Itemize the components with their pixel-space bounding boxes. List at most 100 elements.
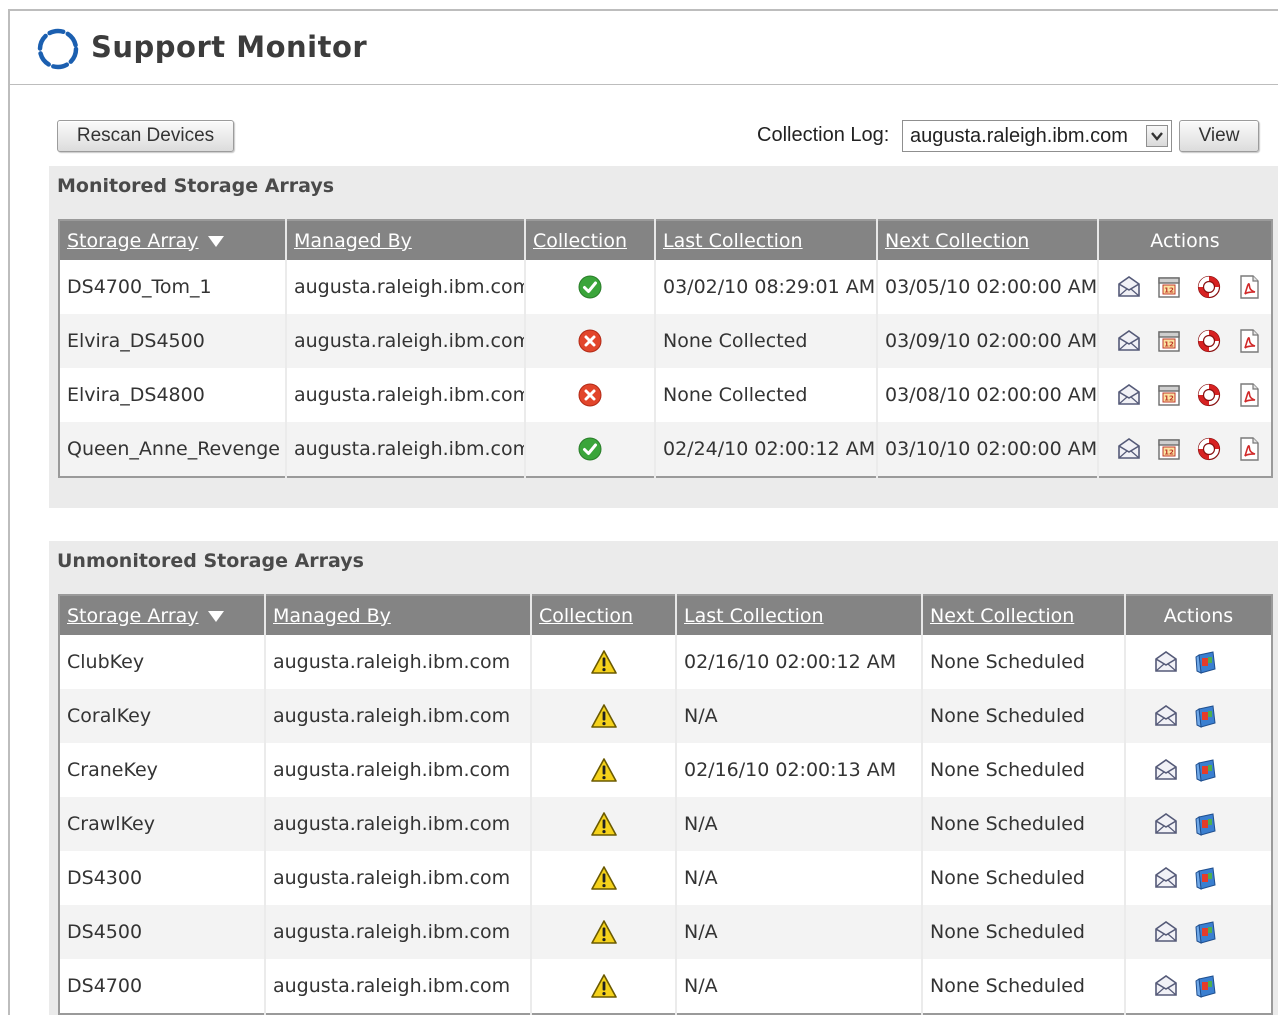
table-row[interactable]: CrawlKey augusta.raleigh.ibm.com N/A None S… xyxy=(59,797,1272,851)
email-icon[interactable] xyxy=(1153,649,1179,675)
table-row[interactable]: DS4300 augusta.raleigh.ibm.com N/A None Sch… xyxy=(59,851,1272,905)
chevron-down-icon[interactable] xyxy=(1146,125,1168,147)
actions-cell xyxy=(1125,959,1272,1014)
table-row[interactable]: CoralKey augusta.raleigh.ibm.com N/A None S… xyxy=(59,689,1272,743)
email-icon[interactable] xyxy=(1116,274,1142,300)
table-row[interactable]: Elvira_DS4500 augusta.raleigh.ibm.com None… xyxy=(59,314,1272,368)
collection-status-cell xyxy=(531,851,677,905)
next-collection-cell: 03/05/10 02:00:00 AM xyxy=(877,260,1099,314)
sort-descending-icon[interactable] xyxy=(207,234,225,248)
email-icon[interactable] xyxy=(1116,436,1142,462)
next-collection-cell: None Scheduled xyxy=(922,635,1126,689)
rescan-devices-button[interactable]: Rescan Devices xyxy=(57,120,234,152)
column-header-label[interactable]: Next Collection xyxy=(930,605,1074,627)
actions-cell xyxy=(1125,743,1272,797)
table-row[interactable]: Queen_Anne_Revenge augusta.raleigh.ibm.co… xyxy=(59,422,1272,477)
email-icon[interactable] xyxy=(1153,703,1179,729)
last-collection-cell: 02/16/10 02:00:13 AM xyxy=(676,743,923,797)
storage-device-icon[interactable] xyxy=(1193,865,1219,891)
storage-device-icon[interactable] xyxy=(1193,757,1219,783)
managed-by-cell: augusta.raleigh.ibm.com xyxy=(265,635,532,689)
pdf-document-icon[interactable] xyxy=(1236,436,1262,462)
calendar-icon[interactable]: 12 xyxy=(1156,328,1182,354)
storage-device-icon[interactable] xyxy=(1193,811,1219,837)
column-header-label[interactable]: Managed By xyxy=(294,230,412,252)
last-collection-cell: N/A xyxy=(676,959,923,1014)
email-icon[interactable] xyxy=(1153,811,1179,837)
storage-device-icon[interactable] xyxy=(1193,703,1219,729)
managed-by-cell: augusta.raleigh.ibm.com xyxy=(286,368,526,422)
support-monitor-logo-icon xyxy=(37,28,79,70)
column-header-next-collection[interactable]: Next Collection xyxy=(877,220,1099,260)
pdf-document-icon[interactable] xyxy=(1236,328,1262,354)
monitored-arrays-title: Monitored Storage Arrays xyxy=(57,175,335,197)
collection-log-select[interactable]: augusta.raleigh.ibm.com xyxy=(902,120,1172,152)
lifebuoy-icon[interactable] xyxy=(1196,328,1222,354)
title-divider xyxy=(10,84,1278,85)
column-header-collection[interactable]: Collection xyxy=(525,220,656,260)
table-row[interactable]: DS4500 augusta.raleigh.ibm.com N/A None Sch… xyxy=(59,905,1272,959)
table-row[interactable]: Elvira_DS4800 augusta.raleigh.ibm.com None… xyxy=(59,368,1272,422)
column-header-storage-array[interactable]: Storage Array xyxy=(59,220,287,260)
svg-text:12: 12 xyxy=(1164,449,1174,457)
column-header-label[interactable]: Last Collection xyxy=(663,230,803,252)
pdf-document-icon[interactable] xyxy=(1236,274,1262,300)
collection-status-cell xyxy=(531,797,677,851)
table-row[interactable]: ClubKey augusta.raleigh.ibm.com 02/16/10 0… xyxy=(59,635,1272,689)
actions-group: 12 xyxy=(1106,328,1271,354)
calendar-icon[interactable]: 12 xyxy=(1156,382,1182,408)
managed-by-cell: augusta.raleigh.ibm.com xyxy=(265,743,532,797)
table-row[interactable]: DS4700_Tom_1 augusta.raleigh.ibm.com 03/02… xyxy=(59,260,1272,314)
collection-status-cell xyxy=(531,635,677,689)
storage-device-icon[interactable] xyxy=(1193,973,1219,999)
table-row[interactable]: DS4700 augusta.raleigh.ibm.com N/A None Sch… xyxy=(59,959,1272,1014)
last-collection-cell: N/A xyxy=(676,905,923,959)
column-header-managed-by[interactable]: Managed By xyxy=(286,220,526,260)
managed-by-cell: augusta.raleigh.ibm.com xyxy=(265,797,532,851)
calendar-icon[interactable]: 12 xyxy=(1156,436,1182,462)
warning-icon xyxy=(590,757,617,783)
last-collection-cell: N/A xyxy=(676,689,923,743)
warning-icon xyxy=(590,919,617,945)
view-log-button[interactable]: View xyxy=(1179,120,1259,152)
email-icon[interactable] xyxy=(1153,757,1179,783)
email-icon[interactable] xyxy=(1116,328,1142,354)
column-header-label[interactable]: Collection xyxy=(533,230,627,252)
managed-by-cell: augusta.raleigh.ibm.com xyxy=(265,905,532,959)
column-header-collection[interactable]: Collection xyxy=(531,595,677,635)
sort-descending-icon[interactable] xyxy=(207,609,225,623)
column-header-label[interactable]: Storage Array xyxy=(67,605,199,627)
column-header-label[interactable]: Storage Array xyxy=(67,230,199,252)
column-header-next-collection[interactable]: Next Collection xyxy=(922,595,1126,635)
email-icon[interactable] xyxy=(1153,865,1179,891)
lifebuoy-icon[interactable] xyxy=(1196,274,1222,300)
email-icon[interactable] xyxy=(1116,382,1142,408)
managed-by-cell: augusta.raleigh.ibm.com xyxy=(265,851,532,905)
last-collection-cell: N/A xyxy=(676,851,923,905)
storage-array-cell: Elvira_DS4800 xyxy=(59,368,287,422)
warning-icon xyxy=(590,811,617,837)
actions-cell xyxy=(1125,689,1272,743)
storage-array-cell: CrawlKey xyxy=(59,797,266,851)
column-header-managed-by[interactable]: Managed By xyxy=(265,595,532,635)
table-row[interactable]: CraneKey augusta.raleigh.ibm.com 02/16/10 … xyxy=(59,743,1272,797)
column-header-label[interactable]: Collection xyxy=(539,605,633,627)
column-header-storage-array[interactable]: Storage Array xyxy=(59,595,266,635)
actions-group: 12 xyxy=(1106,382,1271,408)
pdf-document-icon[interactable] xyxy=(1236,382,1262,408)
column-header-last-collection[interactable]: Last Collection xyxy=(676,595,923,635)
next-collection-cell: None Scheduled xyxy=(922,689,1126,743)
email-icon[interactable] xyxy=(1153,919,1179,945)
column-header-last-collection[interactable]: Last Collection xyxy=(655,220,878,260)
lifebuoy-icon[interactable] xyxy=(1196,382,1222,408)
column-header-label[interactable]: Next Collection xyxy=(885,230,1029,252)
calendar-icon[interactable]: 12 xyxy=(1156,274,1182,300)
storage-device-icon[interactable] xyxy=(1193,649,1219,675)
storage-device-icon[interactable] xyxy=(1193,919,1219,945)
monitored-arrays-table: Storage Array Managed By Collection Last… xyxy=(58,219,1273,478)
lifebuoy-icon[interactable] xyxy=(1196,436,1222,462)
email-icon[interactable] xyxy=(1153,973,1179,999)
success-check-icon xyxy=(577,436,603,462)
column-header-label[interactable]: Managed By xyxy=(273,605,391,627)
column-header-label[interactable]: Last Collection xyxy=(684,605,824,627)
